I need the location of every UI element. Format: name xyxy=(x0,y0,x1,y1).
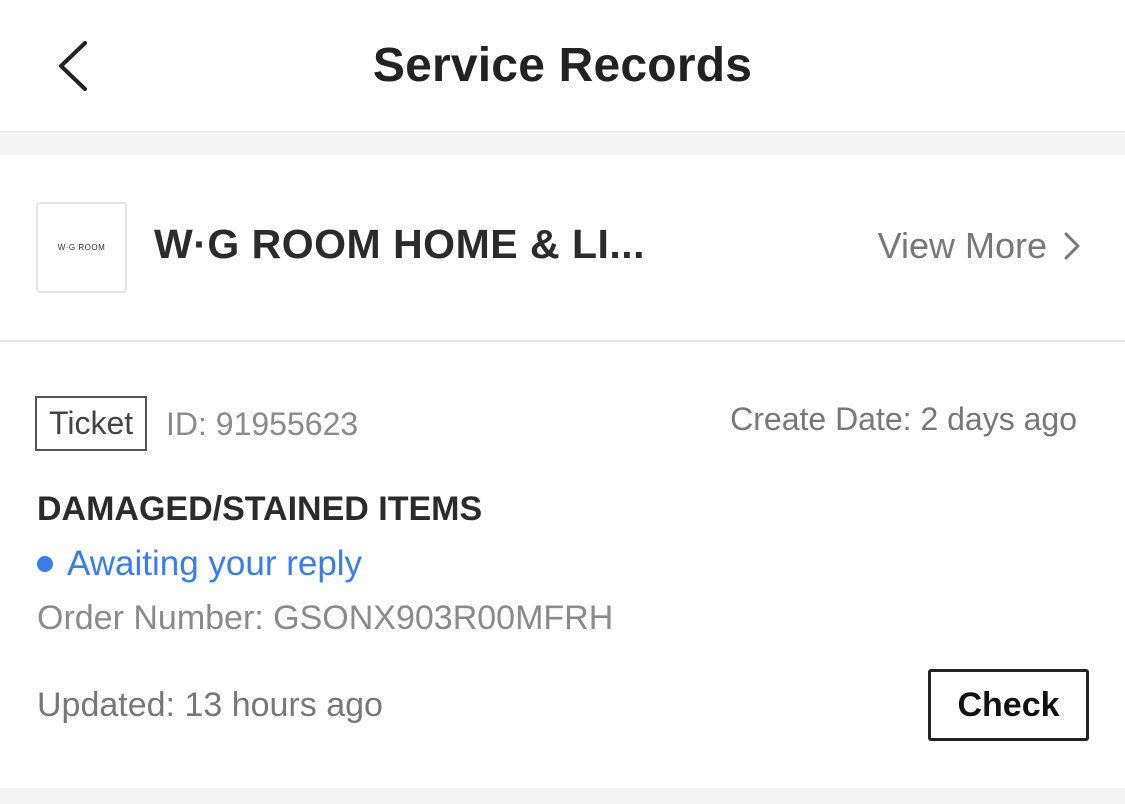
status-text: Awaiting your reply xyxy=(67,544,363,583)
view-more-link[interactable]: View More xyxy=(878,225,1081,267)
create-date: Create Date: 2 days ago xyxy=(730,401,1077,437)
chevron-right-icon xyxy=(1063,231,1081,261)
issue-title: DAMAGED/STAINED ITEMS xyxy=(37,490,483,528)
store-logo[interactable]: W·G ROOM xyxy=(36,202,127,293)
updated-time: Updated: 13 hours ago xyxy=(37,686,383,724)
header-bar: Service Records xyxy=(0,0,1125,132)
order-number: Order Number: GSONX903R00MFRH xyxy=(37,599,614,637)
check-button[interactable]: Check xyxy=(928,669,1089,741)
view-more-label: View More xyxy=(877,225,1047,266)
service-record-card: W·G ROOM W·G ROOM HOME & LI... View More… xyxy=(0,155,1125,788)
store-row: W·G ROOM W·G ROOM HOME & LI... View More xyxy=(0,155,1125,342)
store-name[interactable]: W·G ROOM HOME & LI... xyxy=(154,221,674,268)
store-logo-text: W·G ROOM xyxy=(57,243,106,252)
status-dot-icon xyxy=(37,556,53,572)
page-title: Service Records xyxy=(372,39,753,92)
ticket-tag: Ticket xyxy=(35,396,148,451)
ticket-id: ID: 91955623 xyxy=(166,406,359,442)
status-indicator: Awaiting your reply xyxy=(37,544,362,584)
